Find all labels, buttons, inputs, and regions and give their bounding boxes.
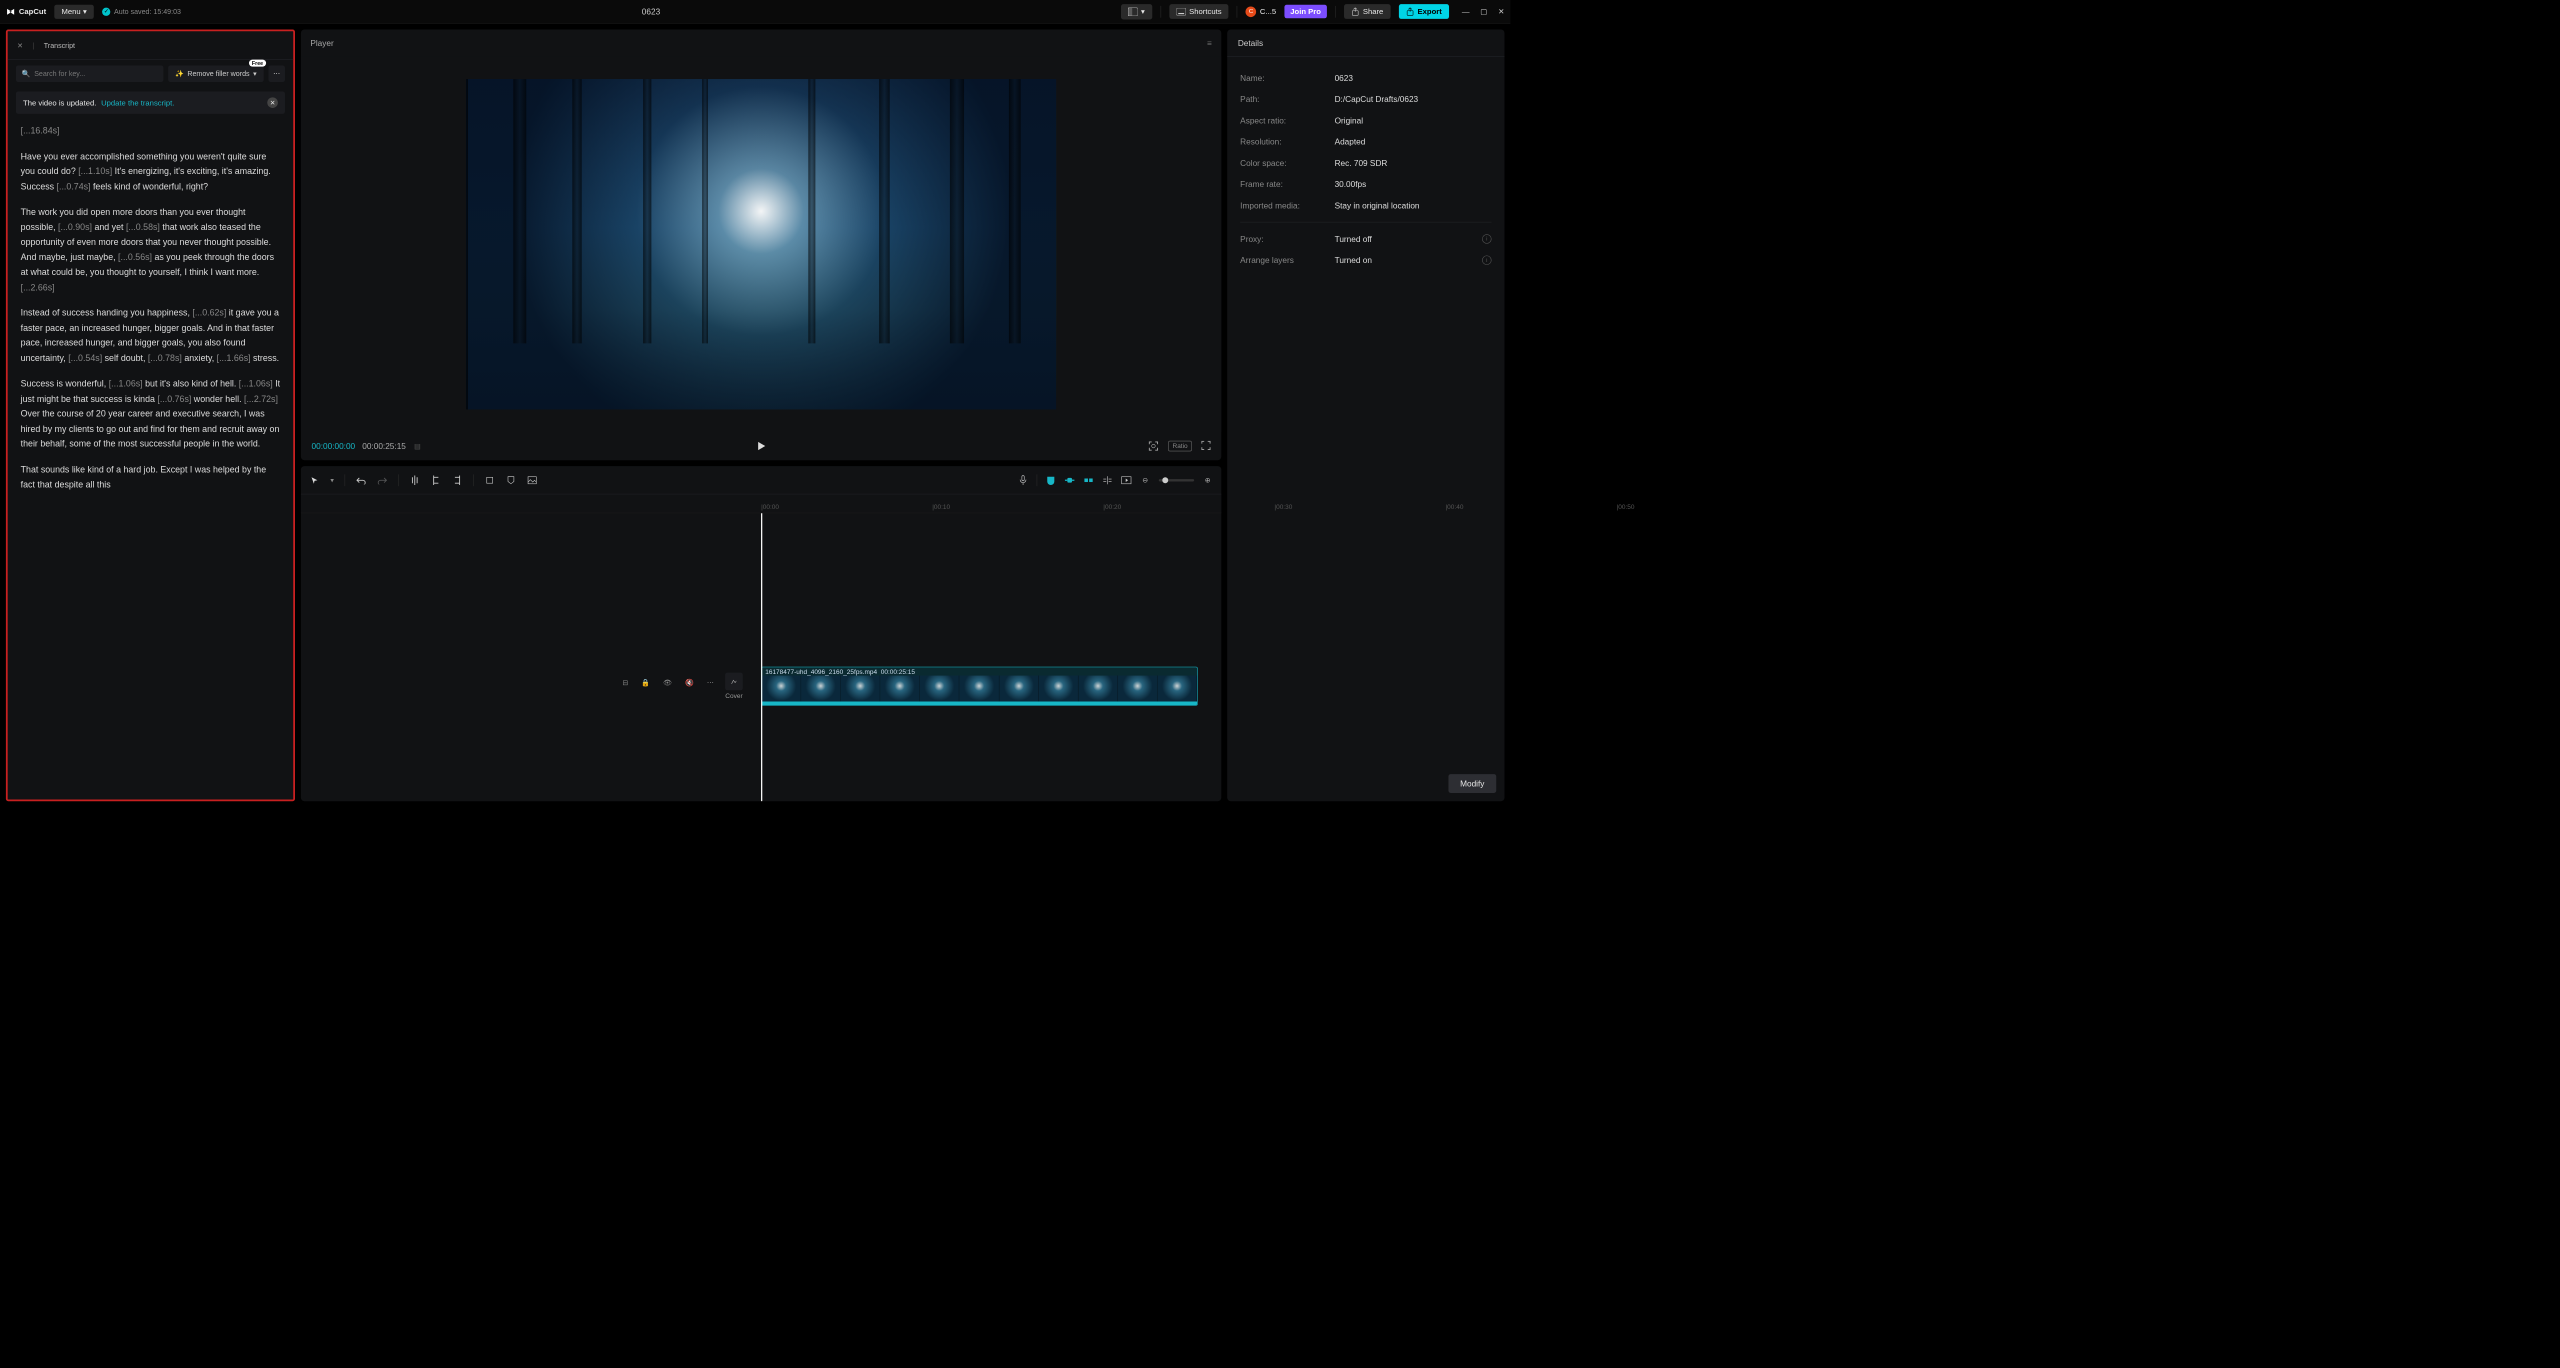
zoom-in-button[interactable]: ⊕	[1202, 475, 1213, 486]
avatar: C	[1246, 6, 1257, 17]
maximize-button[interactable]: ▢	[1480, 7, 1487, 16]
zoom-slider[interactable]	[1159, 479, 1194, 481]
user-account[interactable]: C C...5	[1246, 6, 1276, 17]
app-logo: CapCut	[6, 7, 46, 16]
shortcuts-button[interactable]: Shortcuts	[1169, 4, 1229, 19]
search-icon: 🔍	[22, 70, 31, 78]
split-tool[interactable]	[409, 475, 420, 486]
panel-title: Player	[310, 38, 333, 47]
scan-icon[interactable]	[1148, 441, 1159, 452]
join-pro-button[interactable]: Join Pro	[1284, 5, 1326, 19]
more-button[interactable]: ⋯	[268, 65, 285, 82]
track-visibility-icon[interactable]: 👁	[663, 679, 672, 687]
panel-title: Details	[1227, 29, 1504, 56]
zoom-out-button[interactable]: ⊖	[1140, 475, 1151, 486]
list-icon[interactable]: ▤	[414, 442, 421, 450]
magnet-tool[interactable]	[1045, 475, 1056, 486]
selection-tool[interactable]	[309, 475, 320, 486]
transcript-panel: ✕ | Transcript 🔍 Search for key... ✨ Rem…	[6, 29, 295, 801]
track-mute-icon[interactable]: 🔇	[685, 679, 694, 687]
image-tool[interactable]	[527, 475, 538, 486]
project-title[interactable]: 0623	[189, 7, 1113, 16]
topbar: CapCut Menu ▾ ✓ Auto saved: 15:49:03 062…	[0, 0, 1510, 24]
timeline-panel: ▾	[301, 466, 1221, 801]
track-collapse-icon[interactable]: ⊟	[622, 679, 628, 687]
snap-tool[interactable]	[1083, 475, 1094, 486]
autosave-status: ✓ Auto saved: 15:49:03	[102, 7, 181, 15]
preview-tool[interactable]	[1121, 475, 1132, 486]
track-lock-icon[interactable]: 🔒	[641, 679, 650, 687]
chevron-down-icon[interactable]: ▾	[330, 476, 334, 484]
close-transcript-button[interactable]: ✕	[17, 41, 23, 49]
remove-filler-button[interactable]: ✨ Remove filler words ▾ Free	[168, 65, 264, 82]
detail-imported-media: Stay in original location	[1335, 201, 1420, 210]
chevron-down-icon: ▾	[253, 70, 257, 78]
duration: 00:00:25:15	[362, 441, 406, 450]
detail-proxy: Turned off	[1335, 234, 1372, 243]
undo-button[interactable]	[356, 475, 367, 486]
mic-button[interactable]	[1018, 475, 1029, 486]
play-button[interactable]	[756, 441, 767, 452]
crop-tool[interactable]	[484, 475, 495, 486]
chevron-down-icon: ▾	[1141, 7, 1145, 16]
video-preview[interactable]	[301, 57, 1221, 432]
fullscreen-button[interactable]	[1201, 441, 1210, 452]
wand-icon: ✨	[175, 70, 184, 78]
trim-right-tool[interactable]	[452, 475, 463, 486]
ratio-button[interactable]: Ratio	[1168, 441, 1191, 452]
align-tool[interactable]	[1102, 475, 1113, 486]
free-badge: Free	[249, 60, 266, 67]
detail-path: D:/CapCut Drafts/0623	[1335, 94, 1419, 103]
detail-name: 0623	[1335, 73, 1353, 82]
minimize-button[interactable]: —	[1462, 7, 1470, 16]
timeline-ruler[interactable]: |00:00 |00:10 |00:20 |00:30 |00:40 |00:5…	[301, 494, 1221, 513]
player-menu-button[interactable]: ≡	[1207, 38, 1212, 47]
search-input[interactable]: 🔍 Search for key...	[16, 65, 163, 82]
cover-button[interactable]: Cover	[720, 673, 748, 700]
marker-tool[interactable]	[506, 475, 517, 486]
video-clip[interactable]: 16178477-uhd_4096_2160_25fps.mp4 00:00:2…	[761, 667, 1198, 706]
panel-title: Transcript	[44, 41, 75, 49]
timeline-tracks[interactable]: ⊟ 🔒 👁 🔇 ⋯ Cover	[301, 513, 1221, 801]
transcript-body[interactable]: [...16.84s] Have you ever accomplished s…	[8, 121, 294, 799]
detail-resolution: Adapted	[1335, 137, 1366, 146]
modify-button[interactable]: Modify	[1448, 774, 1496, 793]
detail-aspect: Original	[1335, 116, 1363, 125]
close-notice-button[interactable]: ✕	[267, 97, 278, 108]
update-transcript-link[interactable]: Update the transcript.	[101, 98, 174, 107]
player-panel: Player ≡	[301, 29, 1221, 460]
check-icon: ✓	[102, 7, 110, 15]
details-panel: Details Name:0623 Path:D:/CapCut Drafts/…	[1227, 29, 1504, 801]
detail-layers: Turned on	[1335, 255, 1372, 264]
export-button[interactable]: Export	[1399, 4, 1449, 19]
current-time: 00:00:00:00	[312, 441, 356, 450]
redo-button[interactable]	[377, 475, 388, 486]
playhead[interactable]	[761, 513, 762, 801]
trim-left-tool[interactable]	[431, 475, 442, 486]
info-icon[interactable]: i	[1482, 234, 1491, 243]
chevron-down-icon: ▾	[83, 7, 87, 16]
share-button[interactable]: Share	[1344, 4, 1390, 19]
detail-colorspace: Rec. 709 SDR	[1335, 158, 1388, 167]
info-icon[interactable]: i	[1482, 255, 1491, 264]
link-tool[interactable]	[1064, 475, 1075, 486]
app-name: CapCut	[19, 7, 46, 16]
detail-framerate: 30.00fps	[1335, 179, 1367, 188]
close-button[interactable]: ✕	[1498, 7, 1504, 16]
layout-button[interactable]: ▾	[1121, 4, 1152, 19]
update-transcript-notice: The video is updated. Update the transcr…	[16, 91, 285, 113]
menu-button[interactable]: Menu ▾	[54, 4, 94, 18]
track-more-icon[interactable]: ⋯	[707, 679, 714, 687]
